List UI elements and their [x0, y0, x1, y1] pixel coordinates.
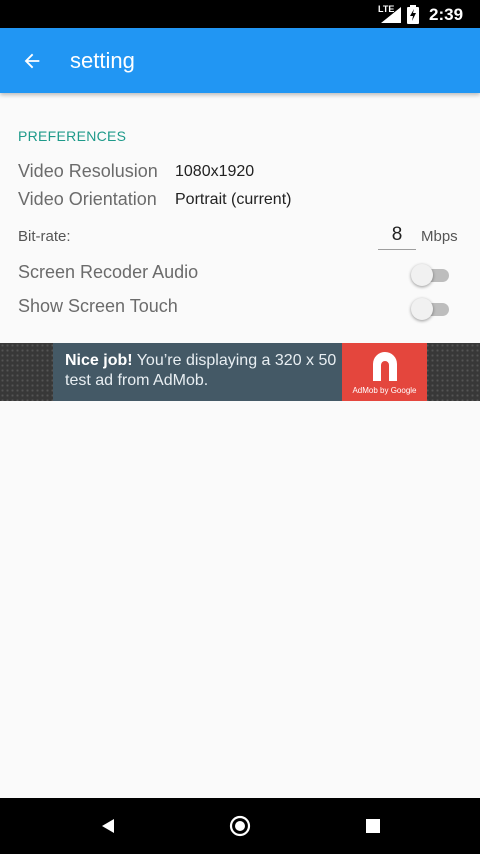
arrow-left-icon [24, 53, 40, 69]
show-screen-touch-toggle[interactable] [411, 298, 451, 320]
home-circle-icon[interactable] [228, 814, 252, 838]
ad-text: Nice job! You’re displaying a 320 x 50 t… [65, 351, 345, 391]
back-button[interactable] [14, 43, 50, 79]
video-resolution-value[interactable]: 1080x1920 [175, 163, 254, 181]
video-resolution-label[interactable]: Video Resolusion [18, 161, 158, 182]
battery-charging-icon [407, 5, 419, 24]
bitrate-input[interactable] [378, 220, 416, 250]
toggle-thumb [411, 298, 433, 320]
ad-headline: Nice job! [65, 352, 133, 369]
status-time: 2:39 [429, 5, 464, 24]
signal-icon [381, 7, 401, 23]
app-bar: setting [0, 28, 480, 93]
show-screen-touch-label: Show Screen Touch [18, 296, 178, 316]
recents-square-icon[interactable] [361, 814, 385, 838]
ad-banner[interactable]: Nice job! You’re displaying a 320 x 50 t… [0, 343, 480, 401]
admob-logo-caption: AdMob by Google [352, 386, 417, 395]
video-orientation-label[interactable]: Video Orientation [18, 189, 157, 210]
section-header-preferences: PREFERENCES [18, 128, 127, 144]
page-title: setting [70, 48, 135, 73]
ad-content[interactable]: Nice job! You’re displaying a 320 x 50 t… [53, 343, 427, 401]
admob-logo: AdMob by Google [342, 343, 427, 401]
back-triangle-icon[interactable] [96, 814, 120, 838]
screen-recorder-audio-label: Screen Recoder Audio [18, 262, 199, 282]
screen-recorder-audio-toggle[interactable] [411, 264, 451, 286]
admob-logo-icon [373, 352, 397, 381]
video-orientation-value[interactable]: Portrait (current) [175, 191, 291, 209]
status-bar: LTE 2:39 [0, 0, 480, 28]
bitrate-unit: Mbps [421, 228, 458, 245]
bitrate-label: Bit-rate: [18, 228, 71, 245]
navigation-bar [0, 798, 480, 854]
toggle-thumb [411, 264, 433, 286]
